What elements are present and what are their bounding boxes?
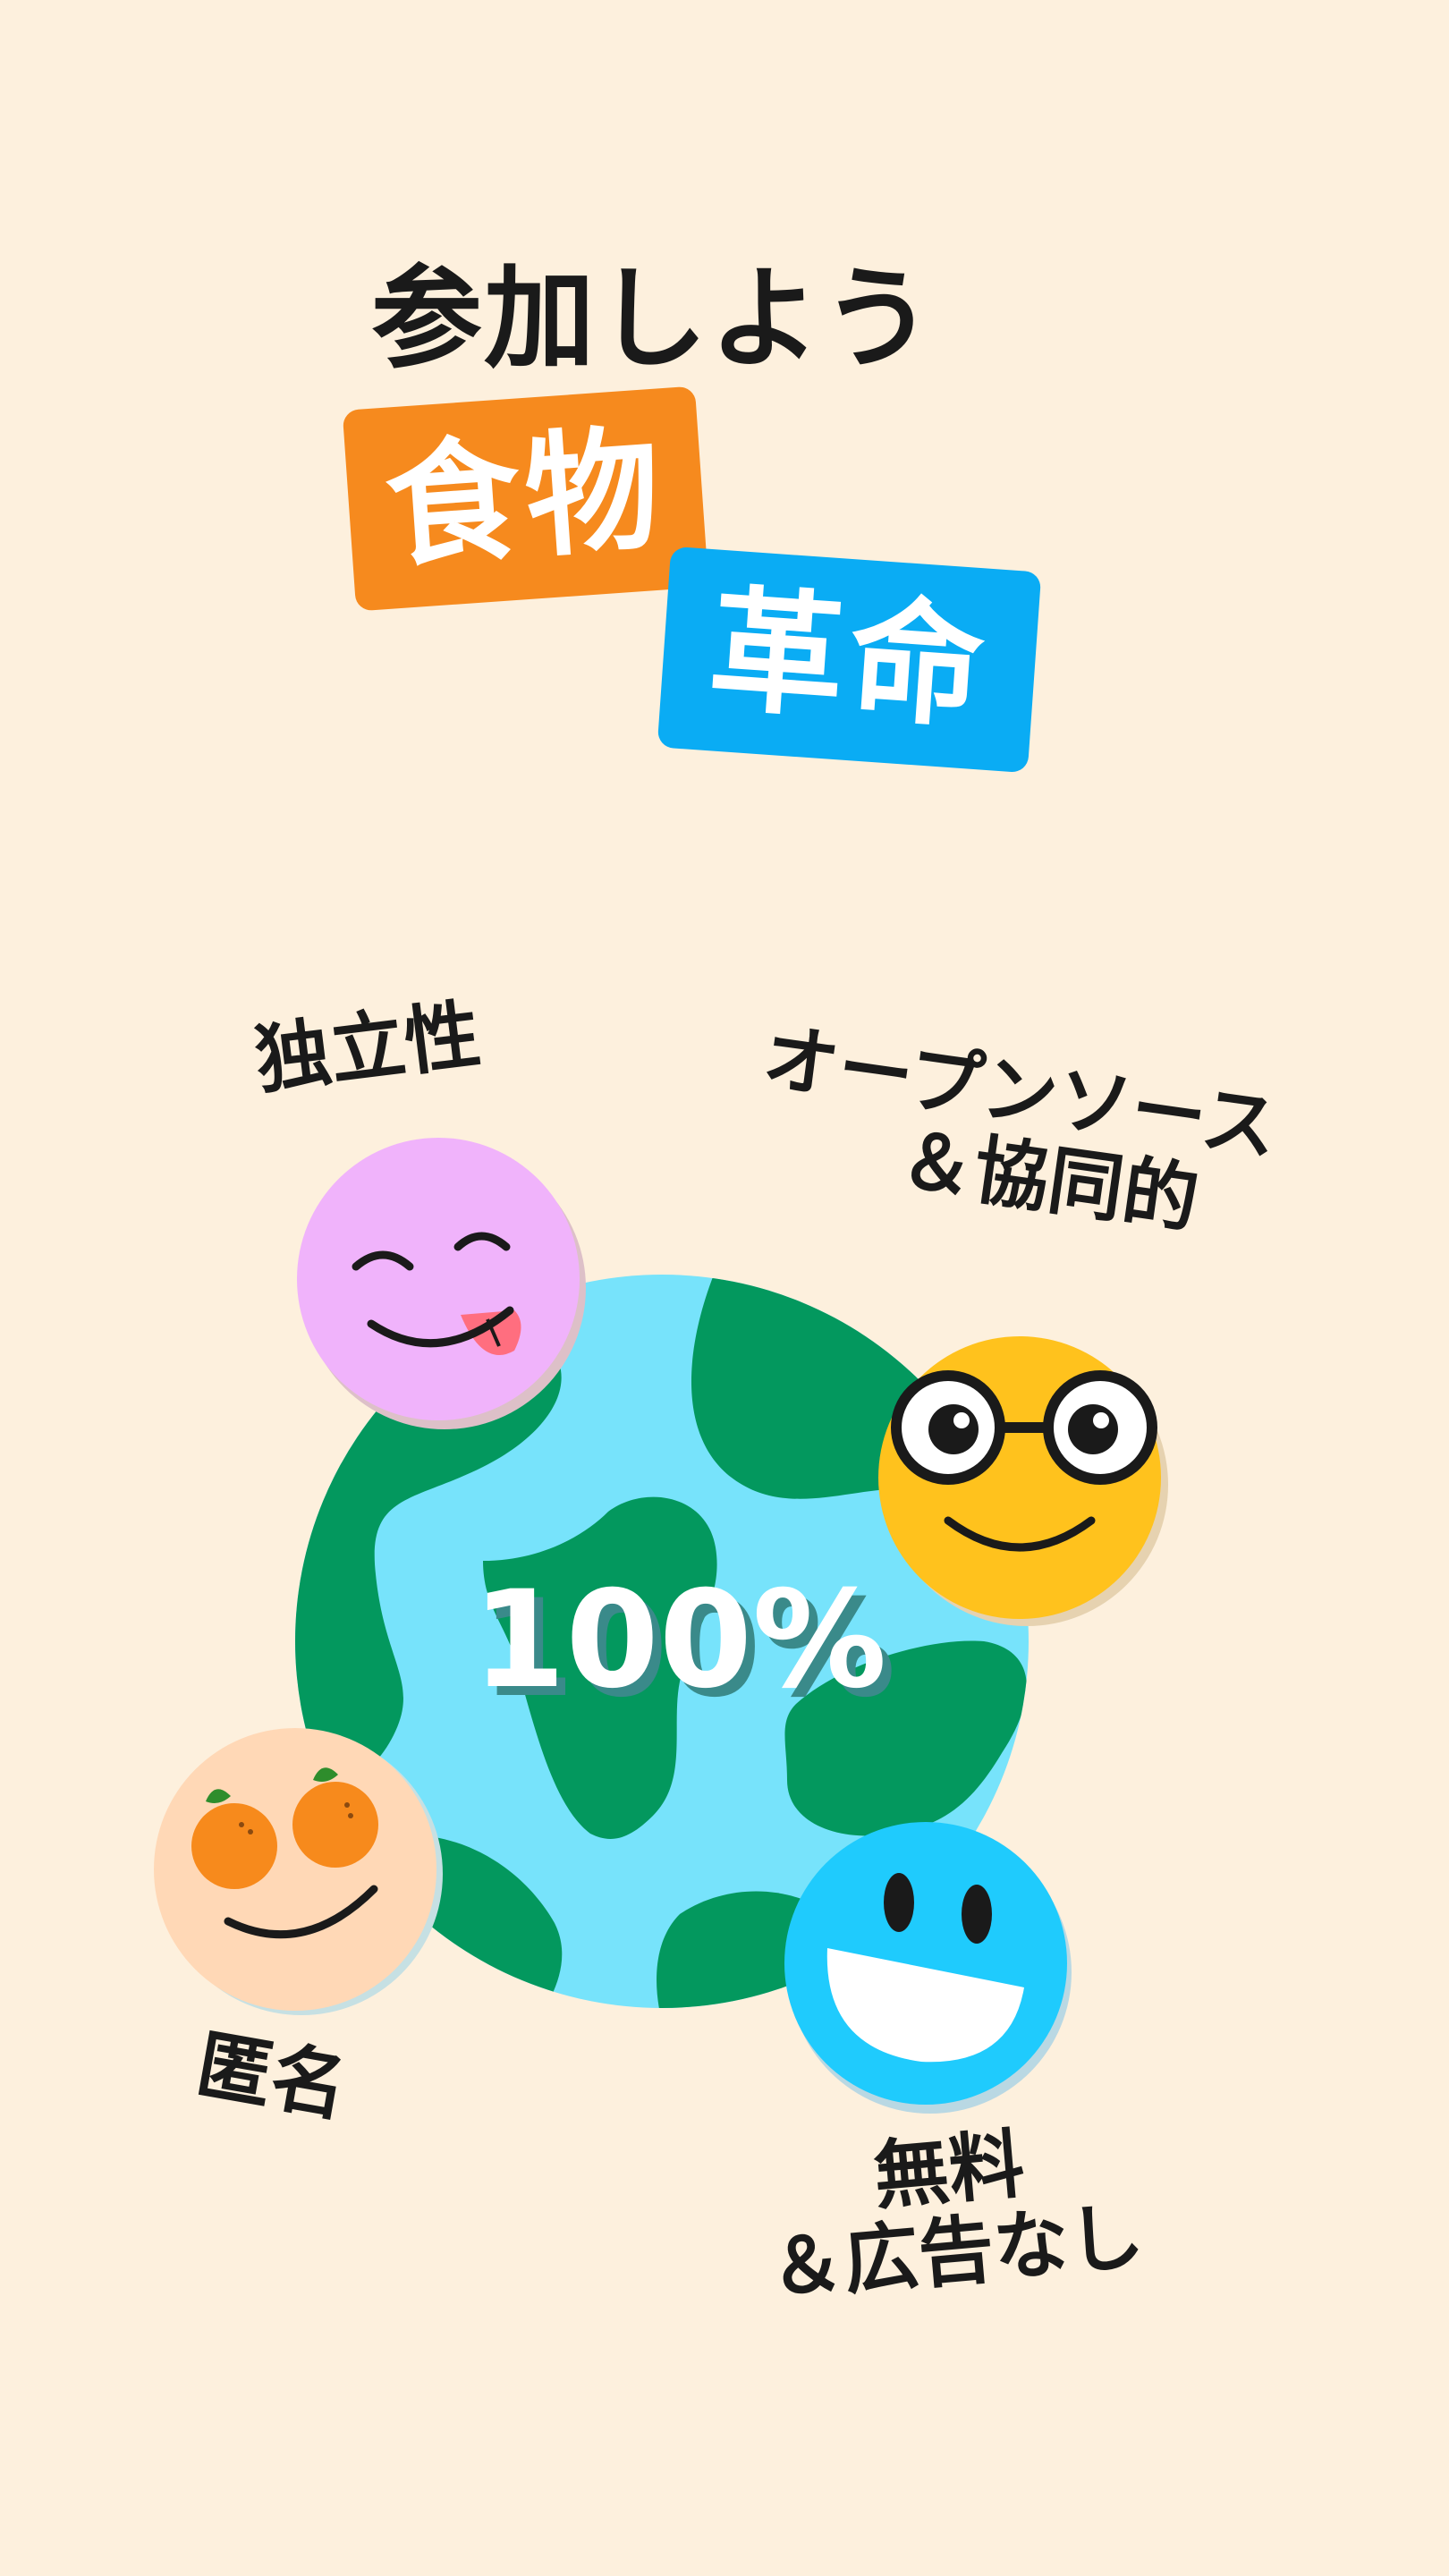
feature-free: 無料 ＆広告なし [758, 2113, 1148, 2312]
percent-label: 100% [472, 1563, 886, 1718]
globe-illustration: 100% 100% [154, 1138, 1168, 2114]
laughing-face-icon [784, 1822, 1072, 2114]
playful-face-icon [297, 1138, 586, 1429]
